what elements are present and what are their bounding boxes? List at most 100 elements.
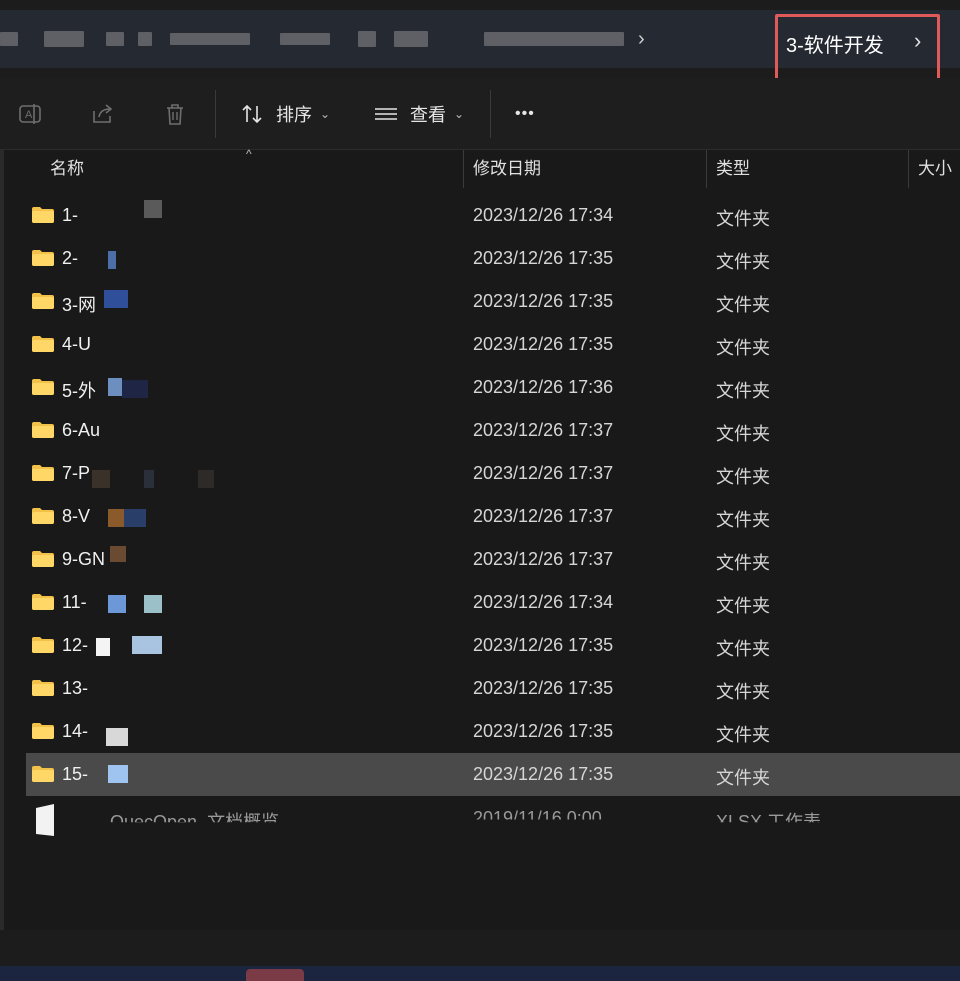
redacted-segment bbox=[484, 32, 624, 46]
folder-icon bbox=[32, 422, 54, 438]
redacted-name bbox=[122, 380, 148, 398]
redacted-segment bbox=[106, 32, 124, 46]
file-name: QuecOpen_文档概览_... bbox=[110, 812, 305, 832]
file-type: 文件夹 bbox=[716, 252, 770, 272]
folder-icon bbox=[32, 723, 54, 739]
folder-row[interactable]: 4-U 2023/12/26 17:35 文件夹 bbox=[26, 323, 960, 366]
share-button[interactable] bbox=[89, 78, 117, 150]
redacted-name bbox=[108, 595, 126, 613]
column-divider[interactable] bbox=[908, 150, 909, 188]
redacted-name bbox=[104, 290, 128, 308]
folder-row[interactable]: 14- 2023/12/26 17:35 文件夹 bbox=[26, 710, 960, 753]
view-label: 查看 bbox=[410, 105, 446, 125]
file-type: 文件夹 bbox=[716, 682, 770, 702]
file-date: 2023/12/26 17:37 bbox=[473, 506, 614, 526]
folder-row[interactable]: 6-Au 2023/12/26 17:37 文件夹 bbox=[26, 409, 960, 452]
sort-button[interactable]: 排序 ⌄ bbox=[238, 78, 330, 150]
file-type: 文件夹 bbox=[716, 209, 770, 229]
delete-button[interactable] bbox=[161, 78, 189, 150]
column-header-size[interactable]: 大小 bbox=[918, 150, 952, 188]
redacted-name bbox=[108, 378, 122, 396]
column-headers: ^ 名称 修改日期 类型 大小 bbox=[0, 147, 960, 188]
file-type: 文件夹 bbox=[716, 295, 770, 315]
folder-row[interactable]: 5-外 2023/12/26 17:36 文件夹 bbox=[26, 366, 960, 409]
chevron-down-icon: ⌄ bbox=[320, 107, 331, 121]
view-button[interactable]: 查看 ⌄ bbox=[372, 78, 464, 150]
file-type: 文件夹 bbox=[716, 553, 770, 573]
folder-icon bbox=[32, 594, 54, 610]
trash-icon bbox=[161, 100, 189, 128]
sort-label: 排序 bbox=[276, 105, 312, 125]
redacted-segment bbox=[358, 31, 376, 47]
folder-row[interactable]: 12- 2023/12/26 17:35 文件夹 bbox=[26, 624, 960, 667]
folder-icon bbox=[32, 680, 54, 696]
folder-row-selected[interactable]: 15- 2023/12/26 17:35 文件夹 bbox=[26, 753, 960, 796]
folder-row[interactable]: 2- 2023/12/26 17:35 文件夹 bbox=[26, 237, 960, 280]
file-name: 12- bbox=[62, 635, 89, 655]
column-divider[interactable] bbox=[463, 150, 464, 188]
file-date: 2023/12/26 17:36 bbox=[473, 377, 614, 397]
folder-row[interactable]: 13- 2023/12/26 17:35 文件夹 bbox=[26, 667, 960, 710]
folder-icon bbox=[32, 637, 54, 653]
redacted-name bbox=[108, 765, 128, 783]
folder-icon bbox=[32, 465, 54, 481]
file-date: 2023/12/26 17:35 bbox=[473, 248, 614, 268]
more-options-button[interactable]: ••• bbox=[515, 78, 535, 150]
folder-row[interactable]: 9-GN 2023/12/26 17:37 文件夹 bbox=[26, 538, 960, 581]
file-type: 文件夹 bbox=[716, 596, 770, 616]
redacted-name bbox=[108, 509, 124, 527]
file-name: 14- bbox=[62, 721, 89, 741]
taskbar-app-button[interactable] bbox=[246, 969, 304, 981]
folder-icon bbox=[32, 293, 54, 309]
file-name: 5-外 bbox=[62, 381, 97, 401]
redacted-name bbox=[198, 470, 214, 488]
breadcrumb-separator: › bbox=[638, 27, 645, 50]
toolbar-divider bbox=[490, 90, 491, 138]
redacted-segment bbox=[170, 33, 250, 45]
chevron-right-icon[interactable]: › bbox=[914, 28, 921, 54]
breadcrumb-current[interactable]: 3-软件开发 bbox=[786, 29, 884, 58]
file-type: 文件夹 bbox=[716, 424, 770, 444]
breadcrumb-path[interactable]: › bbox=[0, 10, 659, 68]
file-name: 7-P bbox=[62, 463, 91, 483]
folder-icon bbox=[32, 336, 54, 352]
folder-row[interactable]: 1- 2023/12/26 17:34 文件夹 bbox=[26, 194, 960, 237]
file-type: 文件夹 bbox=[716, 768, 770, 788]
folder-row[interactable]: 7-P 2023/12/26 17:37 文件夹 bbox=[26, 452, 960, 495]
redacted-name bbox=[108, 251, 116, 269]
folder-row[interactable]: 3-网 2023/12/26 17:35 文件夹 bbox=[26, 280, 960, 323]
column-divider[interactable] bbox=[706, 150, 707, 188]
rename-button[interactable]: A bbox=[16, 78, 44, 150]
file-date: 2023/12/26 17:35 bbox=[473, 635, 614, 655]
file-name: 4-U bbox=[62, 334, 92, 354]
sort-ascending-icon: ^ bbox=[246, 147, 252, 161]
redacted-segment bbox=[138, 32, 152, 46]
view-icon bbox=[372, 100, 400, 128]
rename-icon: A bbox=[16, 100, 44, 128]
share-icon bbox=[89, 100, 117, 128]
column-header-modified[interactable]: 修改日期 bbox=[473, 150, 541, 188]
file-date: 2023/12/26 17:35 bbox=[473, 334, 614, 354]
column-header-name[interactable]: 名称 bbox=[50, 150, 84, 188]
redacted-segment bbox=[0, 32, 18, 46]
folder-icon bbox=[32, 508, 54, 524]
file-date: 2023/12/26 17:35 bbox=[473, 764, 614, 784]
address-bar: › 3-软件开发 › bbox=[0, 0, 960, 84]
folder-row[interactable]: 11- 2023/12/26 17:34 文件夹 bbox=[26, 581, 960, 624]
folder-row[interactable]: 8-V 2023/12/26 17:37 文件夹 bbox=[26, 495, 960, 538]
command-bar: A 排序 ⌄ 查看 ⌄ ••• bbox=[0, 78, 960, 150]
status-area bbox=[0, 930, 960, 966]
column-header-type[interactable]: 类型 bbox=[716, 150, 750, 188]
redacted-name bbox=[144, 200, 162, 218]
file-date: 2023/12/26 17:37 bbox=[473, 463, 614, 483]
redacted-name bbox=[96, 638, 110, 656]
file-row-xlsx[interactable]: QuecOpen_文档概览_... 2019/11/16 0:00 XLSX 工… bbox=[26, 800, 960, 843]
toolbar-divider bbox=[215, 90, 216, 138]
redacted-segment bbox=[394, 31, 428, 47]
redacted-name bbox=[106, 728, 128, 746]
chevron-down-icon: ⌄ bbox=[454, 107, 465, 121]
file-date: 2023/12/26 17:35 bbox=[473, 678, 614, 698]
sort-icon bbox=[238, 100, 266, 128]
folder-icon bbox=[32, 551, 54, 567]
window-border bbox=[0, 150, 4, 930]
